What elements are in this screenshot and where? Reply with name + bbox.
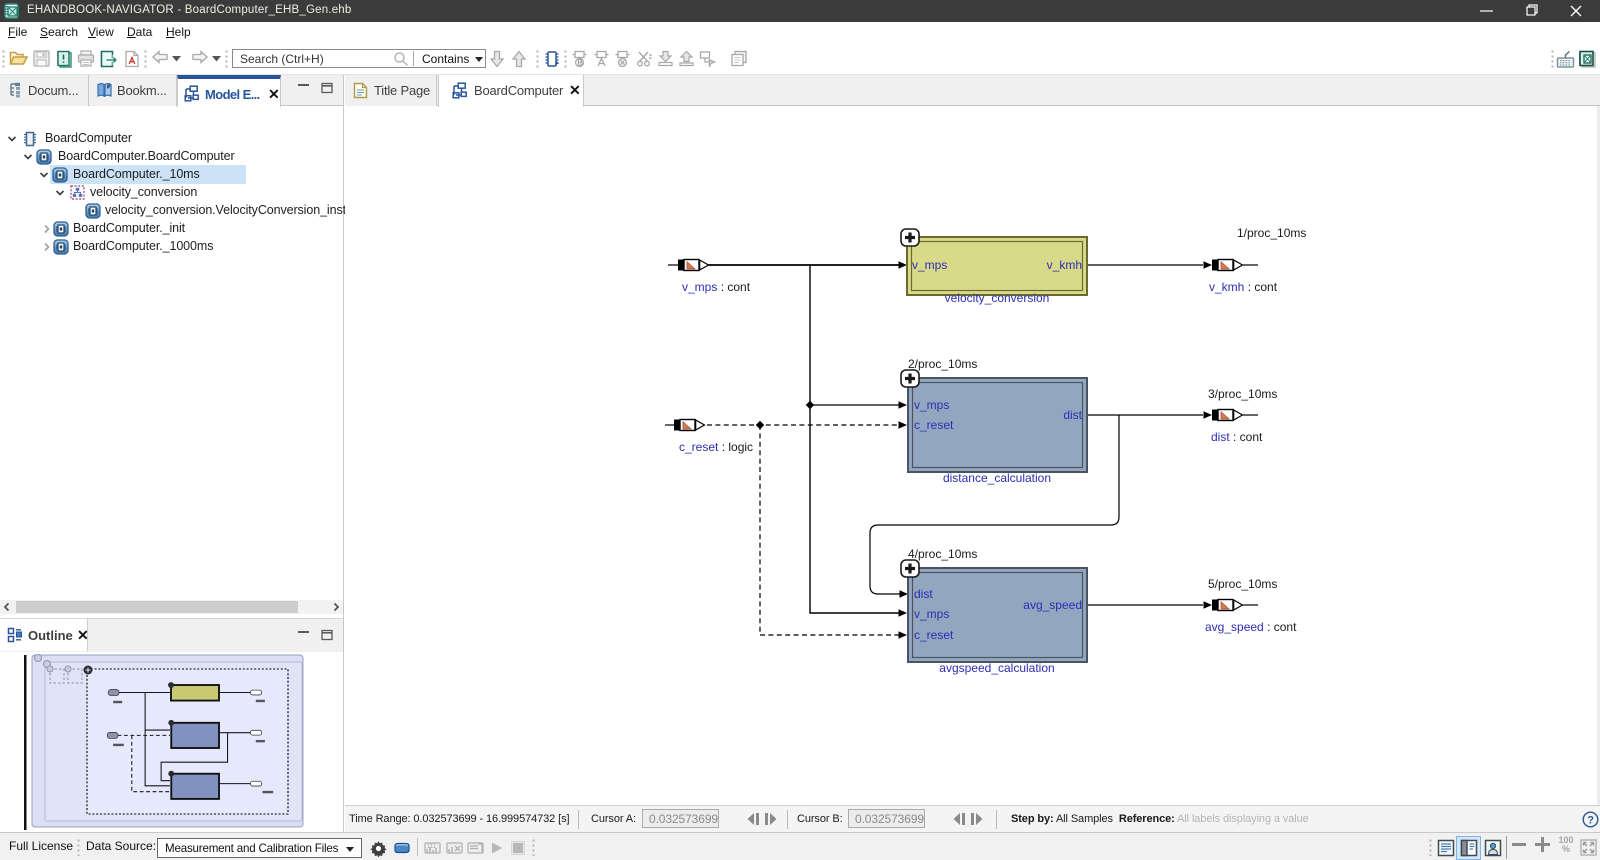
- svg-text:1/proc_10ms: 1/proc_10ms: [1237, 226, 1306, 240]
- svg-text:c_reset : logic: c_reset : logic: [679, 440, 753, 454]
- svg-text:2/proc_10ms: 2/proc_10ms: [908, 357, 977, 371]
- svg-text:v_mps: v_mps: [912, 258, 947, 272]
- svg-text:v_mps: v_mps: [914, 607, 949, 621]
- svg-text:dist : cont: dist : cont: [1211, 430, 1263, 444]
- svg-text:v_mps : cont: v_mps : cont: [682, 280, 751, 294]
- svg-text:v_kmh: v_kmh: [1047, 258, 1082, 272]
- svg-text:B: B: [578, 59, 583, 68]
- svg-text:5/proc_10ms: 5/proc_10ms: [1208, 577, 1277, 591]
- svg-text:c_reset: c_reset: [914, 628, 954, 642]
- svg-text:velocity_conversion: velocity_conversion: [945, 291, 1050, 305]
- svg-text:distance_calculation: distance_calculation: [943, 471, 1051, 485]
- svg-text:dist: dist: [914, 587, 933, 601]
- svg-text:4/proc_10ms: 4/proc_10ms: [908, 547, 977, 561]
- svg-text:avg_speed : cont: avg_speed : cont: [1205, 620, 1297, 634]
- svg-text:v_kmh : cont: v_kmh : cont: [1209, 280, 1278, 294]
- svg-text:?: ?: [1587, 814, 1594, 826]
- svg-text:avgspeed_calculation: avgspeed_calculation: [939, 661, 1054, 675]
- svg-text:dist: dist: [1063, 408, 1082, 422]
- svg-text:111: 111: [427, 844, 437, 850]
- svg-text:v_mps: v_mps: [914, 398, 949, 412]
- svg-text:3/proc_10ms: 3/proc_10ms: [1208, 387, 1277, 401]
- svg-text:c_reset: c_reset: [914, 418, 954, 432]
- svg-text:avg_speed: avg_speed: [1023, 598, 1082, 612]
